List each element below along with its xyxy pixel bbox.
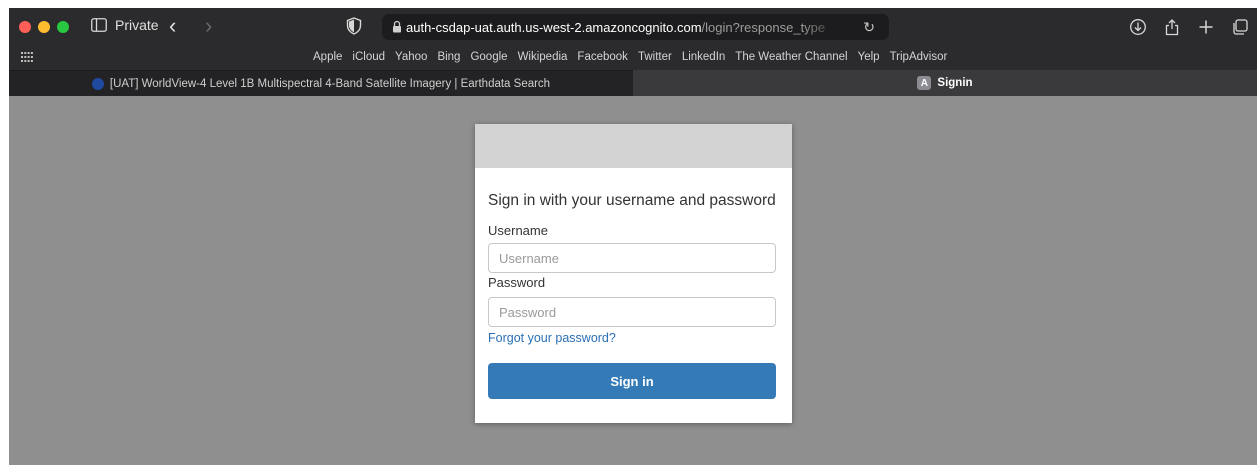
- url-host: auth-csdap-uat.auth.us-west-2.amazoncogn…: [406, 20, 702, 35]
- private-label: Private: [115, 17, 159, 33]
- browser-toolbar: Private ‹ › auth-csdap-uat.auth.us-west-…: [9, 8, 1257, 46]
- favorite-yahoo[interactable]: Yahoo: [395, 51, 427, 63]
- page-content: Sign in with your username and password …: [9, 96, 1257, 465]
- forgot-password-link[interactable]: Forgot your password?: [488, 331, 616, 345]
- favorites-bar: Apple iCloud Yahoo Bing Google Wikipedia…: [9, 46, 1257, 70]
- password-input[interactable]: [488, 297, 776, 327]
- share-icon[interactable]: [1163, 18, 1181, 36]
- address-bar[interactable]: auth-csdap-uat.auth.us-west-2.amazoncogn…: [382, 14, 889, 40]
- toolbar-right-icons: [1127, 8, 1257, 46]
- reload-icon[interactable]: ↻: [863, 19, 875, 36]
- favorite-yelp[interactable]: Yelp: [858, 51, 880, 63]
- new-tab-icon[interactable]: [1197, 18, 1215, 36]
- favorite-facebook[interactable]: Facebook: [577, 51, 628, 63]
- tab-title: Signin: [937, 77, 973, 89]
- tab-earthdata-search[interactable]: [UAT] WorldView-4 Level 1B Multispectral…: [9, 70, 633, 96]
- signin-button[interactable]: Sign in: [488, 363, 776, 399]
- signin-heading: Sign in with your username and password: [488, 192, 776, 209]
- favorite-icloud[interactable]: iCloud: [352, 51, 385, 63]
- nasa-icon: [91, 77, 104, 90]
- favorite-tripadvisor[interactable]: TripAdvisor: [890, 51, 948, 63]
- favorite-weather-channel[interactable]: The Weather Channel: [735, 51, 847, 63]
- favorites-list: Apple iCloud Yahoo Bing Google Wikipedia…: [313, 51, 947, 63]
- tab-bar: [UAT] WorldView-4 Level 1B Multispectral…: [9, 70, 1257, 96]
- privacy-shield-icon[interactable]: [346, 17, 362, 35]
- browser-window: Private ‹ › auth-csdap-uat.auth.us-west-…: [9, 8, 1257, 465]
- url-fade: [802, 14, 842, 40]
- favorite-linkedin[interactable]: LinkedIn: [682, 51, 725, 63]
- sidebar-icon[interactable]: [91, 18, 107, 32]
- favorites-grid-icon[interactable]: [21, 52, 33, 62]
- favorite-google[interactable]: Google: [470, 51, 507, 63]
- tab-signin[interactable]: A Signin: [633, 70, 1257, 96]
- downloads-icon[interactable]: [1129, 18, 1147, 36]
- favorite-twitter[interactable]: Twitter: [638, 51, 672, 63]
- favorite-wikipedia[interactable]: Wikipedia: [518, 51, 568, 63]
- username-input[interactable]: [488, 243, 776, 273]
- favorite-apple[interactable]: Apple: [313, 51, 342, 63]
- tab-title: [UAT] WorldView-4 Level 1B Multispectral…: [109, 77, 551, 90]
- tab-overview-icon[interactable]: [1231, 18, 1249, 36]
- a-icon: A: [917, 76, 932, 90]
- url-text: auth-csdap-uat.auth.us-west-2.amazoncogn…: [406, 20, 826, 35]
- password-label: Password: [488, 275, 546, 290]
- forward-button[interactable]: ›: [205, 13, 212, 39]
- back-button[interactable]: ‹: [169, 13, 176, 39]
- zoom-window-button[interactable]: [57, 21, 69, 33]
- username-label: Username: [488, 223, 548, 238]
- signin-card: Sign in with your username and password …: [475, 124, 792, 423]
- signin-card-header: [475, 124, 792, 168]
- favorite-bing[interactable]: Bing: [437, 51, 460, 63]
- lock-icon: [393, 20, 401, 33]
- close-window-button[interactable]: [19, 21, 31, 33]
- minimize-window-button[interactable]: [38, 21, 50, 33]
